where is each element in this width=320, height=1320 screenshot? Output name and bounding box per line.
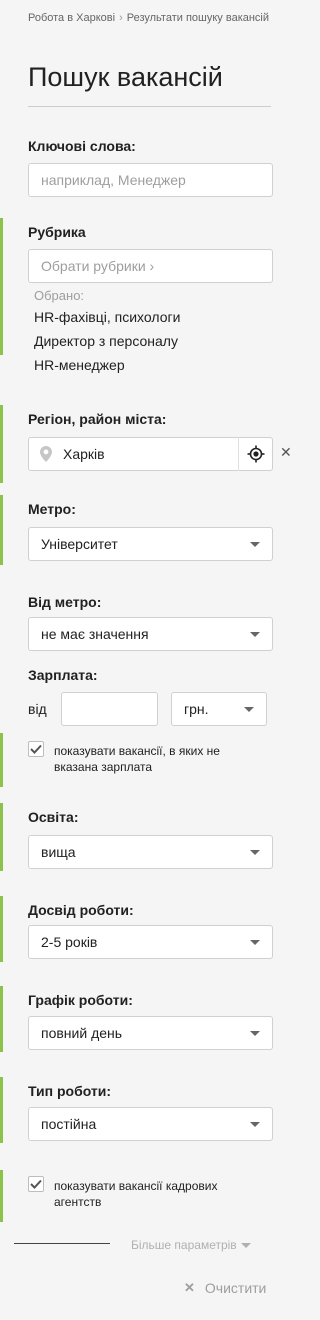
- check-icon: [30, 744, 42, 754]
- more-params-divider: [14, 1243, 110, 1244]
- experience-label: Досвід роботи:: [28, 902, 134, 918]
- chevron-down-icon: [240, 1242, 251, 1248]
- rubric-select[interactable]: Обрати рубрики ›: [28, 249, 273, 283]
- schedule-label: Графік роботи:: [28, 992, 133, 1008]
- distance-label: Від метро:: [28, 594, 102, 610]
- chevron-down-icon: [250, 541, 260, 547]
- rubric-chosen-item: Директор з персоналу: [34, 333, 178, 349]
- region-label: Регіон, район міста:: [28, 411, 167, 427]
- experience-value: 2-5 років: [41, 934, 98, 950]
- salary-label: Зарплата:: [28, 667, 98, 683]
- rubric-chosen-label: Обрано:: [34, 288, 85, 303]
- rubric-chosen-item: HR-менеджер: [34, 357, 125, 373]
- job-type-label: Тип роботи:: [28, 1083, 112, 1099]
- education-value: вища: [41, 844, 76, 860]
- clear-button[interactable]: ✕ Очистити: [184, 1280, 266, 1296]
- education-select[interactable]: вища: [28, 835, 273, 869]
- distance-select[interactable]: не має значення: [28, 617, 273, 651]
- breadcrumb-separator: ›: [119, 12, 123, 24]
- currency-value: грн.: [184, 701, 209, 717]
- schedule-value: повний день: [41, 1025, 123, 1041]
- region-input[interactable]: Харків: [28, 437, 273, 471]
- agency-checkbox[interactable]: [28, 1176, 44, 1192]
- keywords-input[interactable]: наприклад, Менеджер: [28, 163, 273, 197]
- metro-label: Метро:: [28, 501, 76, 517]
- job-type-value: постійна: [41, 1116, 97, 1132]
- more-params-label: Більше параметрів: [131, 1238, 237, 1252]
- salary-checkbox-label: показувати вакансії, в яких не вказана з…: [54, 744, 220, 774]
- chevron-down-icon: [250, 939, 260, 945]
- breadcrumb-home-link[interactable]: Робота в Харкові: [28, 12, 115, 24]
- keywords-placeholder: наприклад, Менеджер: [41, 172, 186, 188]
- salary-input[interactable]: [61, 692, 158, 726]
- salary-from-label: від: [28, 701, 47, 717]
- page-title: Пошук вакансій: [28, 62, 223, 92]
- rubric-label: Рубрика: [28, 224, 86, 240]
- schedule-select[interactable]: повний день: [28, 1016, 273, 1050]
- chevron-down-icon: [250, 1030, 260, 1036]
- metro-select[interactable]: Університет: [28, 527, 273, 561]
- chevron-down-icon: [250, 849, 260, 855]
- check-icon: [30, 1179, 42, 1189]
- chevron-down-icon: [250, 631, 260, 637]
- chevron-down-icon: [244, 706, 254, 712]
- close-icon: ✕: [184, 1280, 195, 1295]
- education-label: Освіта:: [28, 809, 79, 825]
- title-divider: [28, 106, 271, 107]
- more-params-link[interactable]: Більше параметрів: [131, 1238, 251, 1252]
- breadcrumb-current: Результати пошуку вакансій: [126, 12, 270, 24]
- chevron-down-icon: [250, 1121, 260, 1127]
- salary-checkbox[interactable]: [28, 741, 44, 757]
- clear-label: Очистити: [204, 1280, 267, 1296]
- metro-value: Університет: [41, 536, 118, 552]
- rubric-placeholder: Обрати рубрики ›: [41, 258, 155, 274]
- breadcrumb: Робота в Харкові › Результати пошуку вакан…: [28, 12, 269, 24]
- agency-checkbox-label: показувати вакансії кадрових агентств: [54, 1179, 218, 1209]
- region-clear-icon[interactable]: ✕: [280, 444, 292, 461]
- keywords-label: Ключові слова:: [28, 138, 136, 154]
- experience-select[interactable]: 2-5 років: [28, 925, 273, 959]
- map-pin-icon: [29, 446, 63, 462]
- geolocation-icon[interactable]: [238, 437, 272, 471]
- rubric-chosen-item: HR-фахівці, психологи: [34, 309, 181, 325]
- currency-select[interactable]: грн.: [171, 692, 267, 726]
- job-type-select[interactable]: постійна: [28, 1107, 273, 1141]
- region-value: Харків: [63, 446, 105, 462]
- distance-value: не має значення: [41, 626, 149, 642]
